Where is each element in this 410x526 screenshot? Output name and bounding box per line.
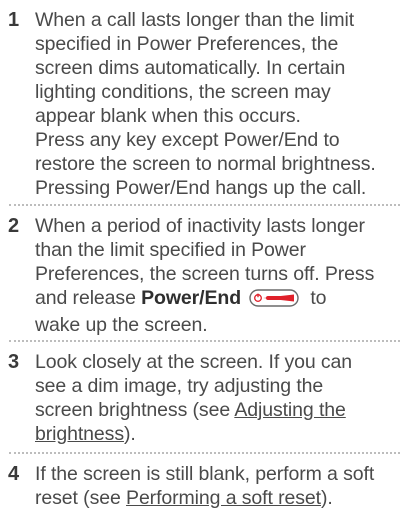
text-line: restore the screen to normal brightness. xyxy=(35,153,376,175)
text-fragment: reset (see xyxy=(35,487,127,509)
text-line: Press any key except Power/End to xyxy=(35,129,340,151)
divider xyxy=(9,340,400,342)
text-line-with-link: brightness). xyxy=(35,422,407,446)
step-2: 2 When a period of inactivity lasts long… xyxy=(0,214,410,337)
text-fragment: and release xyxy=(35,287,142,309)
text-fragment: screen brightness (see xyxy=(35,399,235,421)
text-line: see a dim image, try adjusting the xyxy=(35,375,324,397)
text-fragment: ). xyxy=(320,487,333,509)
text-line: screen dims automatically. In certain xyxy=(35,57,346,79)
step-text: When a call lasts longer than the limit … xyxy=(35,8,407,200)
text-line-with-key: and release Power/End to xyxy=(35,286,407,313)
step-text: Look closely at the screen. If you can s… xyxy=(35,350,407,446)
text-line: Preferences, the screen turns off. Press xyxy=(35,263,375,285)
power-end-key-icon xyxy=(249,289,299,313)
step-number: 3 xyxy=(8,351,20,373)
step-number: 1 xyxy=(8,9,20,31)
text-line-with-link: screen brightness (see Adjusting the xyxy=(35,398,407,422)
key-name: Power/End xyxy=(141,287,242,309)
text-line: wake up the screen. xyxy=(35,314,208,336)
adjusting-brightness-link-cont[interactable]: brightness xyxy=(35,423,124,445)
step-number: 4 xyxy=(8,463,20,485)
text-line: Pressing Power/End hangs up the call. xyxy=(35,177,367,199)
step-text: If the screen is still blank, perform a … xyxy=(35,462,407,510)
soft-reset-link[interactable]: Performing a soft reset xyxy=(126,487,321,509)
text-line: than the limit specified in Power xyxy=(35,239,306,261)
step-1: 1 When a call lasts longer than the limi… xyxy=(0,8,410,200)
divider xyxy=(9,452,400,454)
step-number: 2 xyxy=(8,215,20,237)
text-line-with-link: reset (see Performing a soft reset). xyxy=(35,486,407,510)
text-line: lighting conditions, the screen may xyxy=(35,81,331,103)
troubleshooting-steps: 1 When a call lasts longer than the limi… xyxy=(0,0,410,526)
text-line: If the screen is still blank, perform a … xyxy=(35,463,375,485)
step-3: 3 Look closely at the screen. If you can… xyxy=(0,350,410,446)
text-line: appear blank when this occurs. xyxy=(35,105,301,127)
step-text: When a period of inactivity lasts longer… xyxy=(35,214,407,337)
adjusting-brightness-link[interactable]: Adjusting the xyxy=(234,399,346,421)
text-line: specified in Power Preferences, the xyxy=(35,33,339,55)
text-fragment: to xyxy=(305,287,327,309)
text-line: When a call lasts longer than the limit xyxy=(35,9,355,31)
divider xyxy=(9,204,400,206)
step-4: 4 If the screen is still blank, perform … xyxy=(0,462,410,512)
text-line: Look closely at the screen. If you can xyxy=(35,351,353,373)
text-line: When a period of inactivity lasts longer xyxy=(35,215,365,237)
text-fragment: ). xyxy=(123,423,136,445)
